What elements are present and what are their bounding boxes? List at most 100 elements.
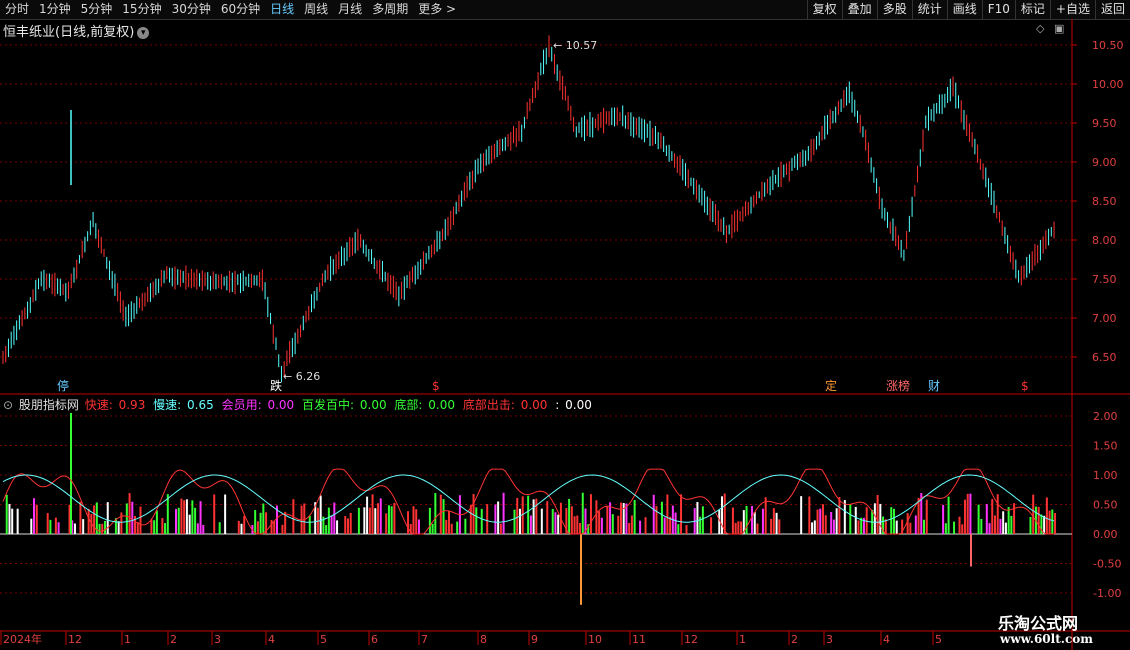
indicator-bar	[890, 507, 893, 534]
field-value: 0.00	[428, 398, 456, 412]
indicator-bar	[415, 509, 418, 534]
indicator-bar	[1004, 522, 1007, 534]
event-marker: 定	[825, 378, 837, 393]
draw-line-button[interactable]: 画线	[946, 0, 982, 19]
indicator-bar	[857, 520, 860, 534]
indicator-bar	[218, 522, 221, 534]
indicator-bar	[980, 519, 983, 534]
adjust-button[interactable]: 复权	[806, 0, 842, 19]
diamond-icon[interactable]: ◇	[1036, 22, 1044, 35]
indicator-bar	[862, 517, 865, 534]
indicator-bar	[953, 521, 956, 534]
indicator-bar	[778, 519, 781, 534]
period-tab-timeshare[interactable]: 分时	[0, 0, 34, 19]
time-tick-label: 4	[268, 633, 275, 646]
field-value: 0.00	[359, 398, 387, 412]
indicator-bar	[327, 507, 330, 534]
indicator-bar	[136, 522, 139, 534]
indicator-bar	[417, 519, 420, 534]
indicator-bar	[584, 508, 587, 534]
chevron-down-icon[interactable]: ▾	[137, 27, 150, 39]
chart-title[interactable]: 恒丰纸业(日线,前复权) ▾	[3, 21, 150, 40]
indicator-bar	[240, 523, 243, 534]
indicator-bar	[652, 494, 655, 534]
indicator-bar	[753, 512, 756, 534]
indicator-bar	[876, 495, 879, 534]
indicator-bar	[366, 496, 369, 534]
chart-tool-icons: ◇ ▣	[1036, 22, 1064, 35]
time-tick-label: 9	[531, 633, 538, 646]
time-tick-label: 3	[826, 633, 833, 646]
indicator-bar	[633, 499, 636, 534]
indicator-bar	[1037, 506, 1040, 534]
period-tab-1min[interactable]: 1分钟	[34, 0, 76, 19]
time-tick-label: 10	[588, 633, 602, 646]
multi-stock-button[interactable]: 多股	[876, 0, 912, 19]
indicator-bar	[1040, 514, 1043, 534]
watermark-name: 乐淘公式网	[998, 614, 1079, 633]
price-tick-label: 9.00	[1092, 156, 1117, 169]
period-tab-60min[interactable]: 60分钟	[216, 0, 265, 19]
period-tab-30min[interactable]: 30分钟	[167, 0, 216, 19]
indicator-bar	[106, 502, 109, 534]
field-label: :	[555, 398, 560, 412]
indicator-bar	[625, 503, 628, 534]
indicator-field-fast: 快速: 0.93	[85, 398, 148, 412]
indicator-bar	[835, 508, 838, 534]
field-value: 0.65	[187, 398, 214, 412]
period-tab-weekly[interactable]: 周线	[299, 0, 333, 19]
indicator-bar	[87, 508, 90, 534]
stats-button[interactable]: 统计	[911, 0, 947, 19]
period-tab-monthly[interactable]: 月线	[333, 0, 367, 19]
time-tick-label: 5	[320, 633, 327, 646]
indicator-bar	[710, 517, 713, 534]
indicator-bar	[873, 503, 876, 534]
indicator-bar	[199, 501, 202, 534]
period-tab-multi[interactable]: 多周期	[367, 0, 413, 19]
indicator-bar	[838, 497, 841, 534]
indicator-bar	[685, 525, 688, 534]
indicator-bar	[740, 521, 743, 534]
event-marker: 涨榜	[886, 378, 910, 393]
indicator-bar	[720, 496, 723, 534]
indicator-bar	[1010, 515, 1013, 534]
indicator-bar	[535, 498, 538, 534]
indicator-bar	[412, 506, 415, 534]
time-tick-label: 1	[124, 633, 131, 646]
period-tab-15min[interactable]: 15分钟	[117, 0, 166, 19]
indicator-bar	[385, 513, 388, 534]
indicator-bar	[49, 519, 52, 534]
indicator-bar	[371, 494, 374, 534]
time-tick-label: 12	[68, 633, 82, 646]
back-button[interactable]: 返回	[1094, 0, 1130, 19]
indicator-bar	[680, 494, 683, 534]
price-tick-label: 10.00	[1092, 78, 1124, 91]
indicator-bar	[600, 517, 603, 534]
indicator-bar	[772, 508, 775, 534]
indicator-bar	[256, 521, 259, 534]
period-tab-daily[interactable]: 日线	[265, 0, 299, 19]
indicator-bar	[363, 507, 366, 534]
window-icon[interactable]: ▣	[1054, 22, 1064, 35]
period-tab-more[interactable]: 更多 >	[413, 0, 461, 19]
indicator-bar	[576, 515, 579, 534]
indicator-name[interactable]: 股朋指标网	[19, 398, 79, 412]
indicator-bar	[368, 507, 371, 534]
indicator-bar	[1051, 509, 1054, 534]
indicator-bar	[551, 509, 554, 534]
indicator-bar	[822, 504, 824, 534]
indicator-bar	[180, 498, 183, 534]
indicator-bar	[442, 499, 445, 534]
indicator-bar	[745, 505, 748, 534]
mark-button[interactable]: 标记	[1014, 0, 1050, 19]
f10-button[interactable]: F10	[981, 0, 1015, 19]
overlay-button[interactable]: 叠加	[841, 0, 877, 19]
indicator-collapse-icon[interactable]: ⊙	[3, 398, 13, 412]
period-tab-5min[interactable]: 5分钟	[76, 0, 118, 19]
add-watchlist-button[interactable]: +自选	[1049, 0, 1095, 19]
indicator-tick-label: 1.50	[1093, 440, 1118, 453]
indicator-bar	[213, 494, 216, 534]
indicator-bar	[166, 494, 169, 534]
indicator-bar	[559, 502, 562, 534]
indicator-bar	[458, 495, 461, 534]
